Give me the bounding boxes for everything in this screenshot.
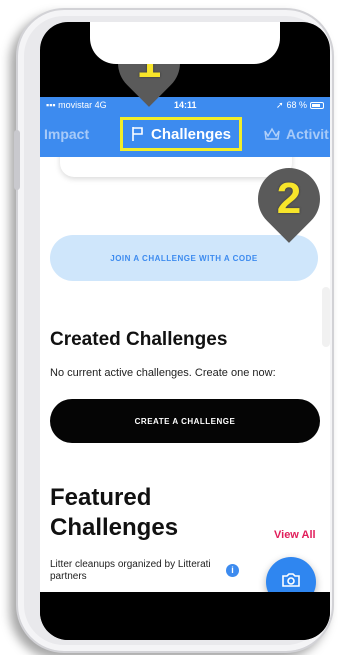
battery-percent: 68 %	[286, 100, 307, 110]
status-time: 14:11	[174, 100, 197, 110]
featured-challenges-subtitle: Litter cleanups organized by Litterati p…	[50, 559, 211, 582]
battery-icon	[310, 101, 324, 109]
featured-challenges-title: Featured Challenges	[50, 484, 179, 541]
join-challenge-button[interactable]: JOIN A CHALLENGE WITH A CODE	[50, 235, 318, 281]
flag-icon	[131, 126, 145, 142]
tab-impact-label: Impact	[44, 126, 90, 142]
created-challenges-empty-text: No current active challenges. Create one…	[50, 367, 276, 379]
tab-activity[interactable]: Activit	[264, 126, 329, 142]
callout-number-2: 2	[276, 174, 302, 223]
carrier-info: ▪▪▪ movistar 4G	[46, 97, 107, 113]
camera-button[interactable]	[266, 557, 316, 592]
info-icon[interactable]: i	[226, 564, 239, 577]
scroll-edge	[322, 287, 330, 347]
network-type: 4G	[94, 100, 107, 110]
tab-impact[interactable]: Impact	[44, 126, 89, 142]
status-bar: ▪▪▪ movistar 4G 14:11 ➚ 68 %	[40, 97, 330, 113]
create-challenge-button[interactable]: CREATE A CHALLENGE	[50, 399, 320, 443]
tab-bar: Impact Challenges Activit	[40, 113, 330, 157]
carrier-name: movistar	[58, 100, 93, 110]
bottom-band	[40, 592, 330, 640]
tab-activity-label: Activit	[286, 126, 329, 142]
location-icon: ➚	[275, 100, 284, 110]
signal-icon: ▪▪▪	[46, 100, 56, 110]
tab-challenges-label: Challenges	[151, 125, 232, 143]
view-all-link[interactable]: View All	[274, 529, 316, 541]
camera-icon	[281, 572, 301, 593]
crown-icon	[264, 127, 280, 141]
created-challenges-title: Created Challenges	[50, 329, 228, 350]
phone-notch	[90, 22, 280, 64]
phone-side-button	[14, 130, 20, 190]
battery-status: ➚ 68 %	[276, 97, 324, 113]
phone-screen: ▪▪▪ movistar 4G 14:11 ➚ 68 % Impact Chal…	[40, 22, 330, 640]
tab-challenges[interactable]: Challenges	[120, 117, 243, 151]
